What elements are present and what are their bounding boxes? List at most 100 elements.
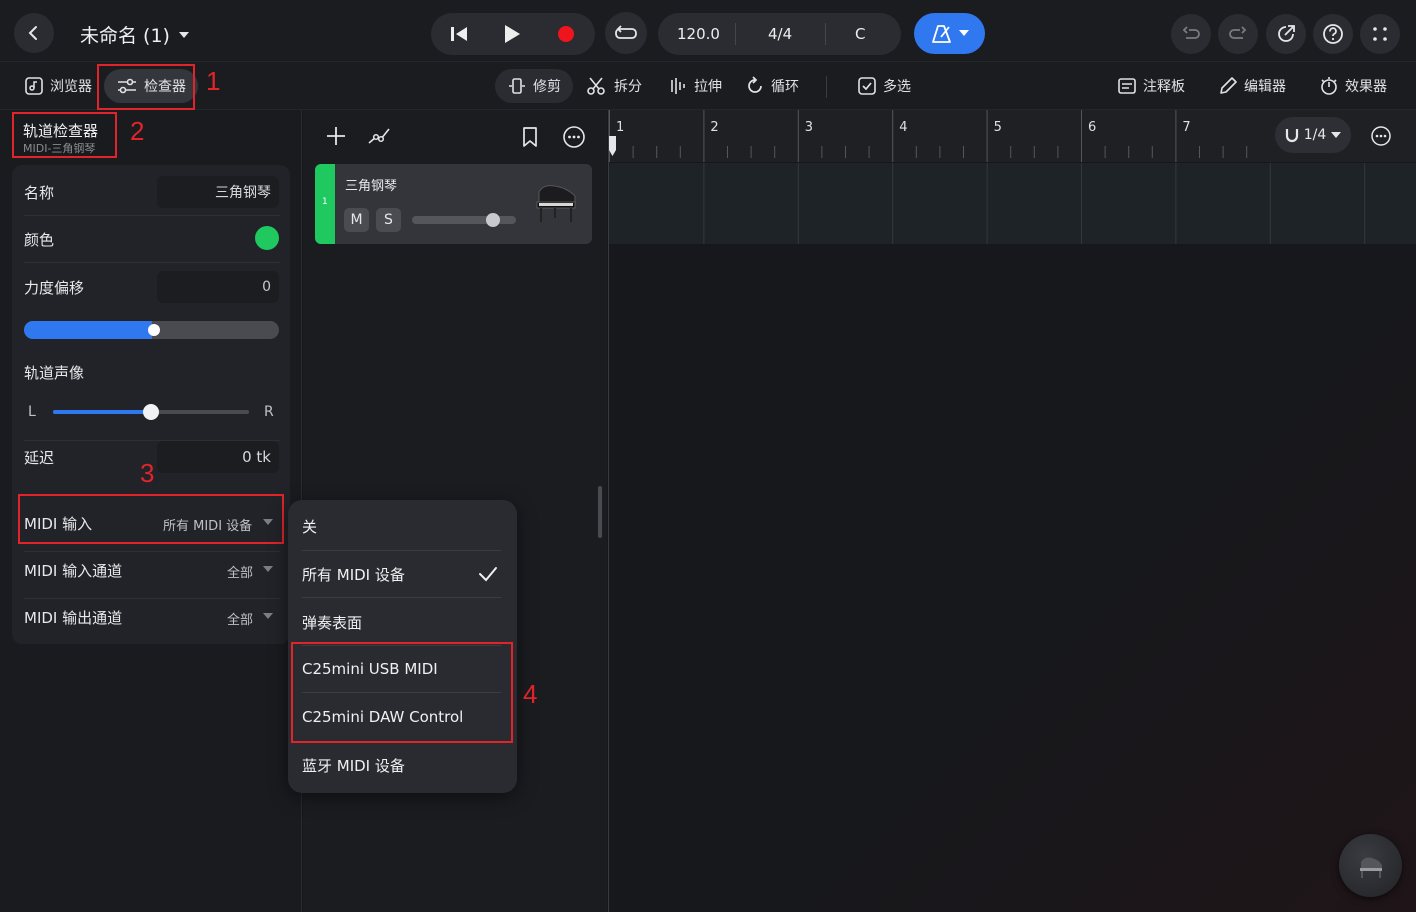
menu-item-all-midi-devices[interactable]: 所有 MIDI 设备 xyxy=(302,564,502,585)
midi-input-channel-row[interactable]: MIDI 输入通道 全部 xyxy=(12,552,290,596)
chevron-left-icon xyxy=(28,26,37,40)
redo-icon xyxy=(1229,26,1247,39)
time-signature-value[interactable]: 4/4 xyxy=(768,25,792,43)
track-volume-slider[interactable] xyxy=(412,216,516,224)
toolbar-divider xyxy=(826,76,827,98)
play-button[interactable] xyxy=(503,24,521,48)
grand-piano-icon xyxy=(1359,857,1382,878)
rewind-button[interactable] xyxy=(449,25,469,47)
project-title: 未命名 (1) xyxy=(80,25,170,47)
snap-setting-button[interactable]: 1/4 xyxy=(1275,117,1351,153)
marker-button[interactable] xyxy=(521,126,539,152)
arrangement-area: 1 2 3 4 5 6 7 1/4 xyxy=(608,110,1416,912)
velocity-offset-label: 力度偏移 xyxy=(24,279,85,297)
tempo-value[interactable]: 120.0 xyxy=(677,25,720,43)
bar-number: 5 xyxy=(994,120,1002,135)
effects-button[interactable]: 效果器 xyxy=(1307,69,1399,103)
bar-number: 2 xyxy=(710,120,718,135)
back-button[interactable] xyxy=(14,13,54,53)
bookmark-icon xyxy=(523,127,537,147)
annotation-number-2: 2 xyxy=(130,116,145,146)
share-button[interactable] xyxy=(1266,14,1306,54)
top-bar: 未命名 (1) 120.0 4/4 C xyxy=(0,0,1416,62)
help-button[interactable] xyxy=(1313,14,1353,54)
stretch-label: 拉伸 xyxy=(694,79,722,95)
midi-output-channel-value: 全部 xyxy=(227,613,254,628)
undo-button[interactable] xyxy=(1171,14,1211,54)
play-icon xyxy=(505,25,520,43)
caret-down-icon xyxy=(178,31,189,38)
undo-icon xyxy=(1182,26,1200,39)
track-lane-piano[interactable] xyxy=(609,163,1416,244)
skip-back-icon xyxy=(451,27,467,41)
loop-label: 循环 xyxy=(771,79,799,95)
share-icon xyxy=(1278,25,1295,42)
track-inspector-panel: 轨道检查器 MIDI-三角钢琴 2 名称 三角钢琴 颜色 力度偏移 0 轨道声像… xyxy=(0,110,302,912)
annotation-number-1: 1 xyxy=(206,66,221,96)
loop-toggle-button[interactable] xyxy=(605,12,647,54)
midi-output-channel-row[interactable]: MIDI 输出通道 全部 xyxy=(12,599,290,643)
lane-grid-lines xyxy=(703,163,1366,244)
split-tool-button[interactable]: 拆分 xyxy=(574,69,654,103)
redo-button[interactable] xyxy=(1218,14,1258,54)
metronome-icon xyxy=(931,24,951,43)
midi-input-channel-value: 全部 xyxy=(227,566,254,581)
pencil-icon xyxy=(1220,77,1237,94)
transport-controls xyxy=(431,13,595,55)
editor-button[interactable]: 编辑器 xyxy=(1206,69,1298,103)
arrangement-more-button[interactable] xyxy=(1370,125,1392,151)
bar-number: 6 xyxy=(1088,120,1096,135)
loop-tool-button[interactable]: 循环 xyxy=(733,69,811,103)
project-title-menu[interactable]: 未命名 (1) xyxy=(80,21,190,48)
browser-label: 浏览器 xyxy=(50,79,92,95)
pan-slider-knob[interactable] xyxy=(143,404,159,420)
trim-tool-button[interactable]: 修剪 xyxy=(495,69,573,103)
menu-item-bluetooth-midi[interactable]: 蓝牙 MIDI 设备 xyxy=(302,755,502,776)
color-label: 颜色 xyxy=(24,231,55,249)
bar-number: 3 xyxy=(805,120,813,135)
track-name-field[interactable]: 三角钢琴 xyxy=(157,176,279,208)
annotation-number-4: 4 xyxy=(523,679,538,709)
effects-icon xyxy=(1321,77,1337,95)
annotation-box-3 xyxy=(18,494,284,544)
velocity-slider-knob[interactable] xyxy=(147,324,160,336)
bar-number: 4 xyxy=(899,120,907,135)
track-header-piano[interactable]: 1 三角钢琴 M S xyxy=(315,164,592,244)
trim-label: 修剪 xyxy=(533,79,561,95)
automation-button[interactable] xyxy=(367,125,391,151)
menu-item-play-surface[interactable]: 弹奏表面 xyxy=(302,612,502,633)
delay-field[interactable]: 0 tk xyxy=(157,441,279,473)
velocity-slider-fill xyxy=(24,321,152,339)
multiselect-tool-button[interactable]: 多选 xyxy=(845,69,923,103)
apps-button[interactable] xyxy=(1360,14,1400,54)
add-track-button[interactable] xyxy=(325,125,347,151)
mute-button[interactable]: M xyxy=(344,208,369,232)
editor-label: 编辑器 xyxy=(1244,79,1286,95)
instrument-floating-button[interactable] xyxy=(1339,834,1402,897)
key-value[interactable]: C xyxy=(855,25,865,43)
menu-item-off[interactable]: 关 xyxy=(302,516,502,537)
scissors-icon xyxy=(587,77,605,95)
tool-bar: 浏览器 检查器 1 修剪 拆分 拉伸 循环 多选 注释板 编辑器 效果器 xyxy=(0,62,1416,110)
browser-button[interactable]: 浏览器 xyxy=(12,69,104,103)
record-button[interactable] xyxy=(558,26,574,42)
track-number: 1 xyxy=(322,197,328,207)
bar-number: 7 xyxy=(1182,120,1190,135)
grand-piano-icon xyxy=(536,185,576,222)
inspector-title: 轨道检查器 xyxy=(23,122,99,140)
metronome-button[interactable] xyxy=(914,13,985,54)
track-list-scrollbar[interactable] xyxy=(598,486,602,538)
track-list-more-button[interactable] xyxy=(562,125,586,153)
velocity-offset-field[interactable]: 0 xyxy=(157,271,279,303)
solo-button[interactable]: S xyxy=(376,208,401,232)
pan-left-label: L xyxy=(28,404,36,420)
browser-icon xyxy=(25,77,43,95)
track-volume-knob[interactable] xyxy=(486,213,501,227)
effects-label: 效果器 xyxy=(1345,79,1387,95)
bar-number: 1 xyxy=(616,120,624,135)
automation-icon xyxy=(368,128,390,144)
more-icon xyxy=(563,126,585,148)
notepad-button[interactable]: 注释板 xyxy=(1105,69,1197,103)
track-color-swatch[interactable] xyxy=(255,226,279,250)
stretch-tool-button[interactable]: 拉伸 xyxy=(656,69,734,103)
